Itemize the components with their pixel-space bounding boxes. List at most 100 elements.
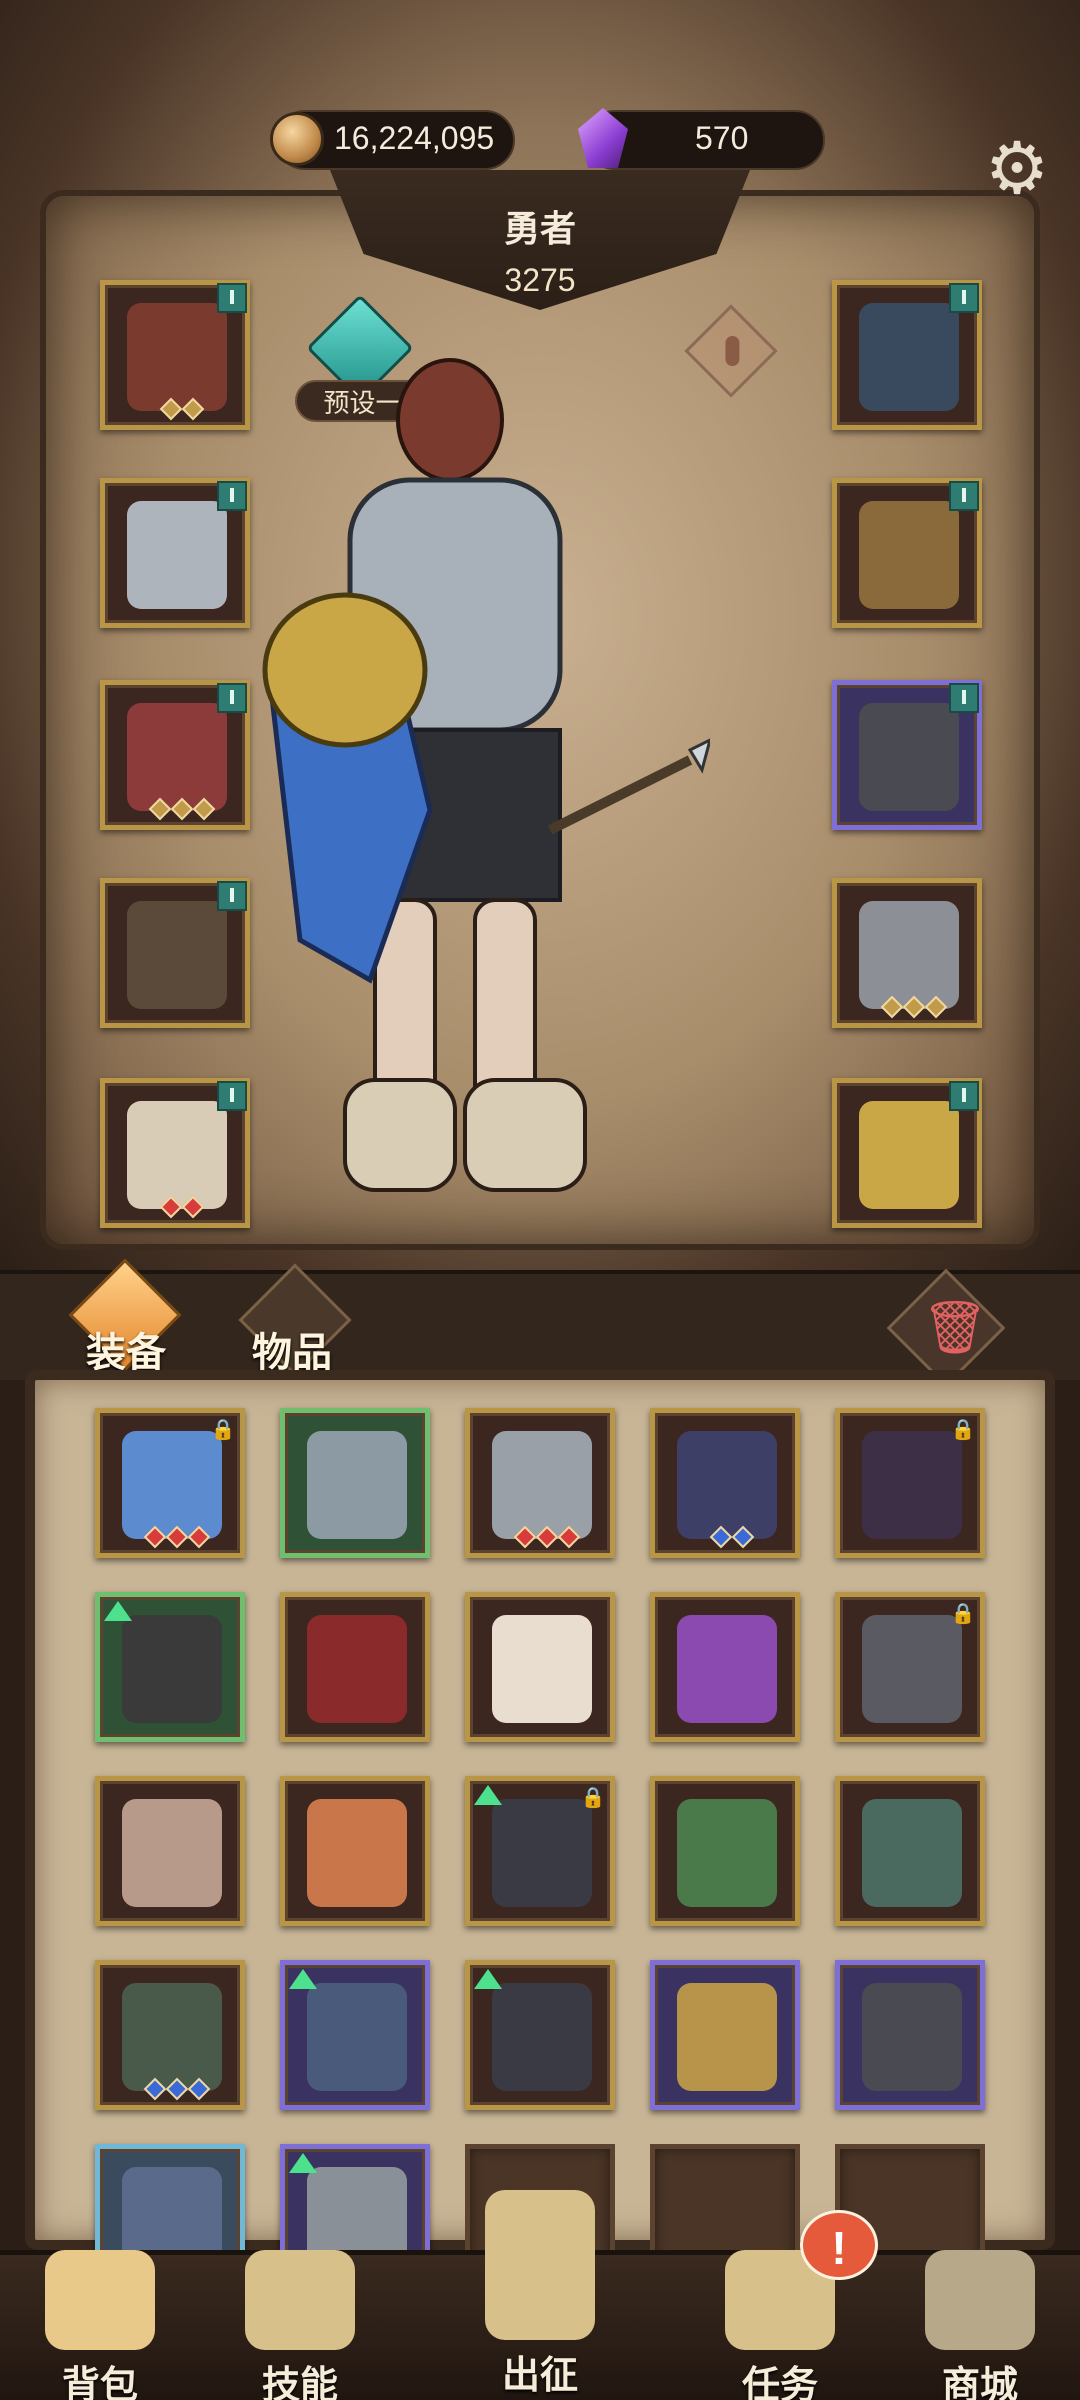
inventory-slot[interactable]: 🔒 — [95, 1408, 245, 1558]
rapier-icon — [492, 1431, 592, 1539]
nav-skill[interactable]: 技能 — [210, 2250, 390, 2400]
equip-slot-amulet[interactable] — [832, 280, 982, 430]
enhance-badge — [949, 283, 979, 313]
shop-crown-icon — [925, 2250, 1035, 2350]
ring-iron-icon — [859, 703, 959, 811]
enhance-badge — [217, 683, 247, 713]
potion-amulet-icon — [677, 1799, 777, 1907]
socket-gems — [137, 797, 227, 821]
inventory-slot[interactable] — [280, 1408, 430, 1558]
inventory-slot[interactable] — [465, 1960, 615, 2110]
hero-name: 勇者 — [503, 208, 576, 249]
nav-battle[interactable]: 出征 — [450, 2190, 630, 2397]
arm-guard-icon — [307, 1983, 407, 2091]
head-icon — [127, 303, 227, 411]
task-notification-badge: ! — [800, 2210, 878, 2280]
inventory-slot[interactable] — [650, 1776, 800, 1926]
backpack-icon — [45, 2250, 155, 2350]
nav-task-label: 任务 — [741, 2365, 818, 2400]
equip-slot-chest[interactable] — [100, 478, 250, 628]
gold-coin-icon — [270, 112, 324, 166]
lock-icon: 🔒 — [950, 1603, 976, 1625]
socket-gems — [502, 1525, 592, 1549]
socket-gems — [132, 2077, 222, 2101]
inventory-slot[interactable] — [280, 1776, 430, 1926]
settings-gear-icon[interactable]: ⚙ — [972, 124, 1062, 214]
shadow-armor-icon — [677, 1431, 777, 1539]
upgrade-arrow-icon — [474, 1785, 502, 1805]
enhance-badge — [949, 481, 979, 511]
inventory-slot[interactable] — [650, 1408, 800, 1558]
inventory-slot[interactable] — [280, 1592, 430, 1742]
inventory-slot[interactable] — [280, 1960, 430, 2110]
inventory-slot[interactable] — [650, 1960, 800, 2110]
nav-skill-label: 技能 — [261, 2365, 338, 2400]
equip-slot-belt[interactable] — [100, 878, 250, 1028]
inventory-slot[interactable] — [835, 1960, 985, 2110]
nav-bag-label: 背包 — [61, 2365, 138, 2400]
inventory-slot[interactable] — [95, 1776, 245, 1926]
upgrade-arrow-icon — [104, 1601, 132, 1621]
nav-shop-label: 商城 — [941, 2365, 1018, 2400]
inventory-slot[interactable] — [465, 1408, 615, 1558]
enhance-badge — [217, 1081, 247, 1111]
equip-slot-boots[interactable] — [100, 1078, 250, 1228]
leather-boots-icon — [122, 1615, 222, 1723]
upgrade-arrow-icon — [474, 1969, 502, 1989]
inventory-slot[interactable] — [835, 1776, 985, 1926]
enhance-badge — [949, 683, 979, 713]
inventory-slot[interactable]: 🔒 — [465, 1776, 615, 1926]
hero-power: 3275 — [504, 262, 576, 298]
ring-red-icon — [859, 501, 959, 609]
thorn-spear-icon — [862, 1799, 962, 1907]
equip-slot-head[interactable] — [100, 280, 250, 430]
sword-map-icon — [485, 2190, 595, 2340]
inventory-slot[interactable] — [95, 1960, 245, 2110]
lock-icon: 🔒 — [210, 1419, 236, 1441]
upgrade-arrow-icon — [289, 2153, 317, 2173]
enhance-badge — [217, 881, 247, 911]
socket-gems — [137, 1195, 227, 1219]
equip-slot-ring-2[interactable] — [832, 680, 982, 830]
equip-slot-ring-1[interactable] — [832, 478, 982, 628]
boots-icon — [127, 1101, 227, 1209]
enhance-badge — [217, 283, 247, 313]
trash-icon: 🗑 — [922, 1299, 989, 1357]
gem-ring-icon — [307, 1431, 407, 1539]
nav-battle-label: 出征 — [501, 2355, 578, 2397]
enhance-badge — [949, 1081, 979, 1111]
inventory-slot[interactable] — [650, 1592, 800, 1742]
torch-icon — [492, 1615, 592, 1723]
red-armor-icon — [307, 1615, 407, 1723]
socket-gems — [137, 397, 227, 421]
lion-shield-icon — [859, 1101, 959, 1209]
belt-icon — [127, 901, 227, 1009]
amulet-icon — [859, 303, 959, 411]
purple-spear-icon — [677, 1615, 777, 1723]
chain-helm-icon — [862, 1615, 962, 1723]
nav-bag[interactable]: 背包 — [10, 2250, 190, 2400]
hero-character — [262, 358, 710, 1192]
iron-greaves-icon — [492, 1983, 592, 2091]
bone-axe-icon — [122, 1799, 222, 1907]
chest-armor-icon — [127, 501, 227, 609]
nav-shop[interactable]: 商城 — [890, 2250, 1070, 2400]
inventory-slot[interactable] — [95, 1592, 245, 1742]
lock-icon: 🔒 — [950, 1419, 976, 1441]
socket-gems — [132, 1525, 222, 1549]
iron-ring-icon — [862, 1983, 962, 2091]
inventory-slot[interactable]: 🔒 — [835, 1408, 985, 1558]
equip-slot-weapon[interactable] — [832, 878, 982, 1028]
ice-sword-icon — [122, 1431, 222, 1539]
gem-amount: 570 — [695, 120, 749, 156]
lock-icon: 🔒 — [580, 1787, 606, 1809]
greaves-icon — [492, 1799, 592, 1907]
inventory-slot[interactable] — [465, 1592, 615, 1742]
equip-slot-gloves[interactable] — [100, 680, 250, 830]
inventory-slot[interactable]: 🔒 — [835, 1592, 985, 1742]
plate-armor-icon — [307, 1799, 407, 1907]
spear-icon — [859, 901, 959, 1009]
enhance-badge — [217, 481, 247, 511]
equip-slot-offhand[interactable] — [832, 1078, 982, 1228]
wing-armor-icon — [122, 1983, 222, 2091]
